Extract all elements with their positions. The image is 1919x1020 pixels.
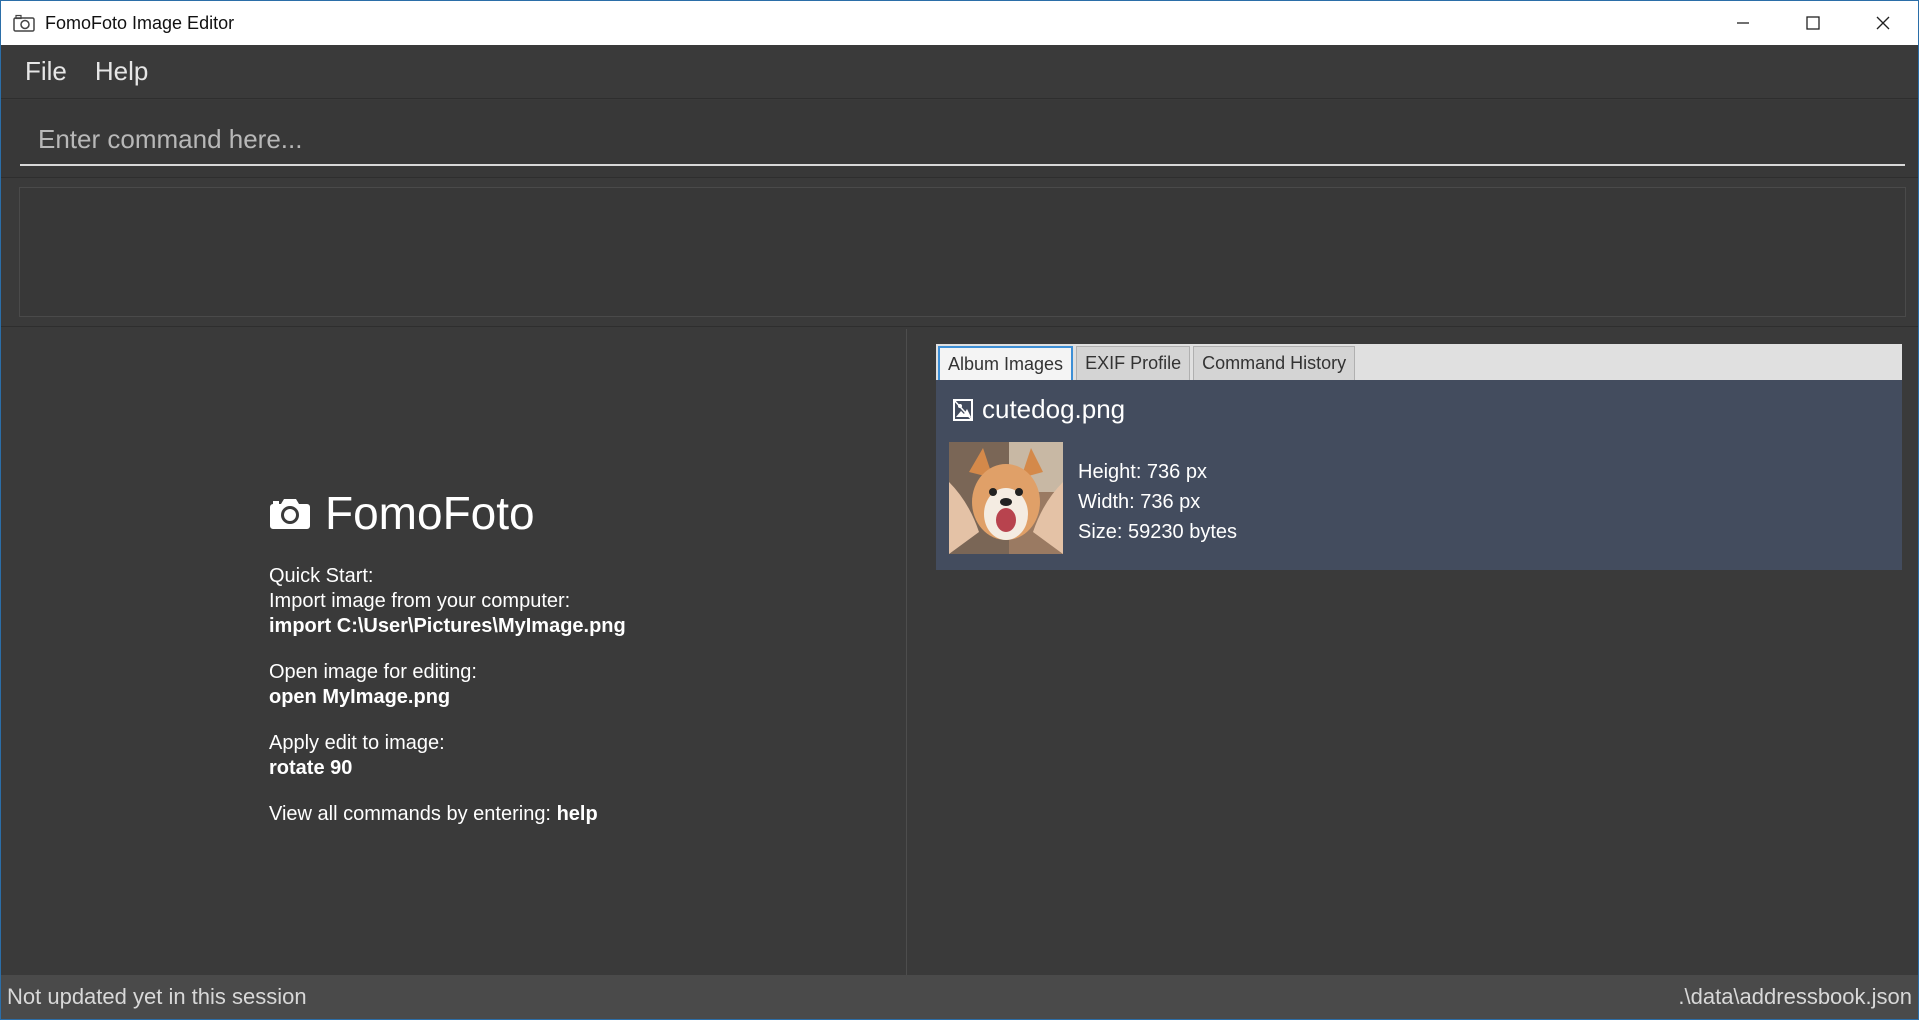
minimize-icon (1737, 22, 1749, 24)
help-command: help (556, 803, 598, 825)
image-width: Width: 736 px (1078, 491, 1201, 513)
minimize-button[interactable] (1708, 1, 1778, 45)
image-thumbnail[interactable] (949, 442, 1063, 554)
image-size: Size: 59230 bytes (1078, 521, 1237, 543)
edit-description: Apply edit to image: (269, 732, 445, 754)
import-command: import C:\User\Pictures\MyImage.png (269, 615, 626, 637)
maximize-icon (1806, 16, 1820, 30)
camera-icon (13, 12, 39, 34)
menu-help[interactable]: Help (95, 56, 148, 87)
album-panel: Album Images EXIF Profile Command Histor… (908, 329, 1918, 975)
close-button[interactable] (1848, 1, 1918, 45)
menu-bar: File Help (1, 45, 1918, 99)
welcome-brand: FomoFoto (325, 487, 535, 539)
close-icon (1876, 16, 1890, 30)
menu-file[interactable]: File (25, 56, 67, 87)
help-line: View all commands by entering: help (269, 802, 626, 827)
command-input[interactable] (20, 114, 1905, 166)
app-window: FomoFoto Image Editor File Help Enter co… (0, 0, 1919, 1020)
image-title: cutedog.png (952, 394, 1125, 425)
open-command: open MyImage.png (269, 686, 451, 708)
tab-bar: Album Images EXIF Profile Command Histor… (936, 344, 1902, 380)
tab-album-images[interactable]: Album Images (938, 346, 1074, 380)
title-bar: FomoFoto Image Editor (1, 1, 1918, 45)
maximize-button[interactable] (1778, 1, 1848, 45)
save-location: .\data\addressbook.json (1678, 984, 1912, 1009)
result-display-panel (1, 179, 1918, 327)
status-bar: Not updated yet in this session .\data\a… (1, 975, 1918, 1019)
result-display (19, 187, 1906, 317)
open-description: Open image for editing: (269, 661, 477, 683)
tab-command-history[interactable]: Command History (1193, 346, 1356, 380)
image-height: Height: 736 px (1078, 461, 1207, 483)
welcome-header: FomoFoto (269, 486, 626, 540)
image-info: Height: 736 px Width: 736 px Size: 59230… (1078, 457, 1237, 547)
welcome-panel: FomoFoto Quick Start: Import image from … (1, 329, 907, 975)
command-box (1, 100, 1918, 178)
help-description: View all commands by entering: (269, 803, 557, 825)
quick-start-label: Quick Start: (269, 565, 374, 587)
tab-exif-profile[interactable]: EXIF Profile (1076, 346, 1191, 380)
sync-status: Not updated yet in this session (7, 984, 307, 1009)
edit-command: rotate 90 (269, 757, 353, 779)
import-description: Import image from your computer: (269, 590, 571, 612)
image-filename: cutedog.png (982, 394, 1126, 424)
image-file-icon (953, 398, 973, 421)
image-card[interactable]: cutedog.png Height: 736 px Width: 736 px… (936, 380, 1902, 570)
welcome-content: FomoFoto Quick Start: Import image from … (269, 486, 626, 827)
camera-icon (270, 499, 310, 529)
window-title: FomoFoto Image Editor (45, 12, 235, 33)
